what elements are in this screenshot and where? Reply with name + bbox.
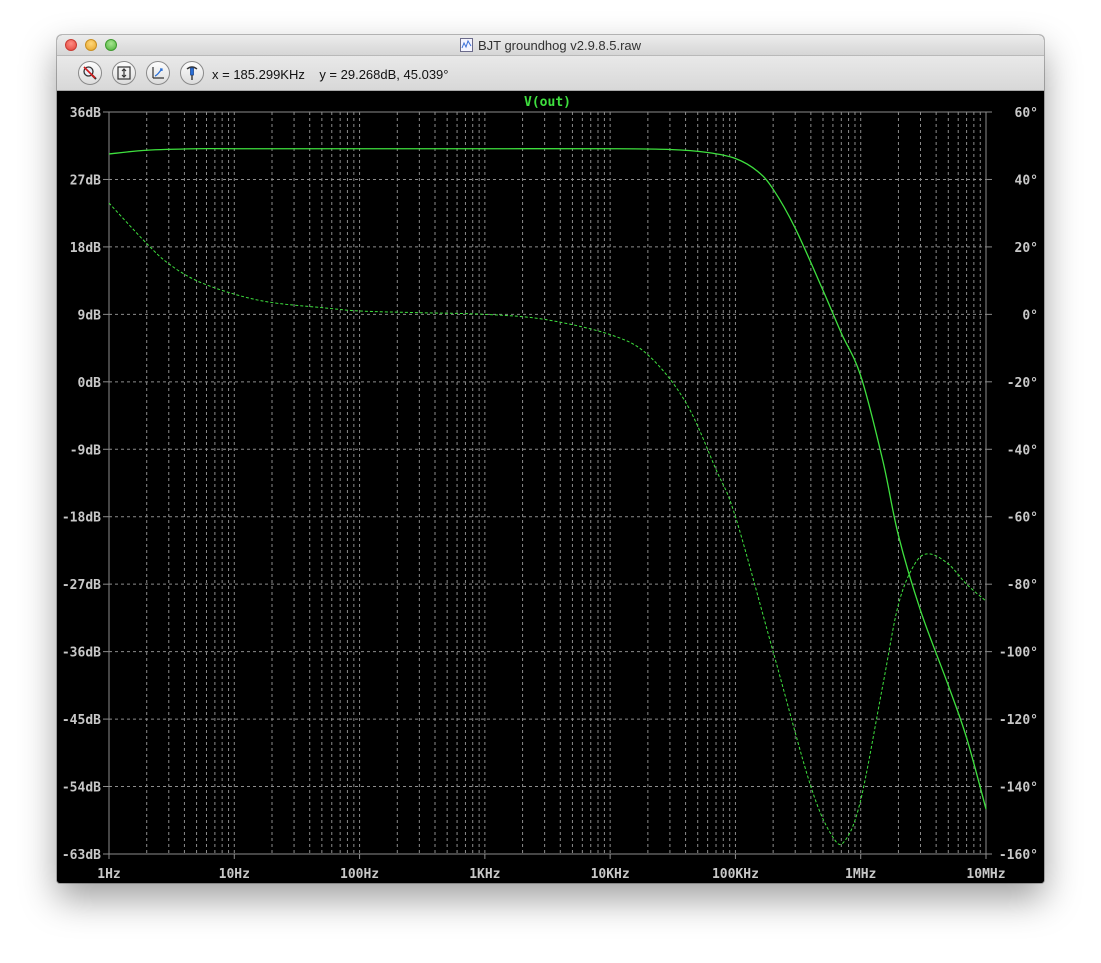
y-left-tick-label: -36dB — [62, 646, 101, 661]
window-title-area: BJT groundhog v2.9.8.5.raw — [57, 35, 1044, 55]
y-right-tick-label: -20° — [1007, 376, 1038, 391]
y-right-tick-label: -100° — [999, 646, 1038, 661]
probe-button[interactable] — [180, 61, 204, 85]
y-left-tick-label: 27dB — [70, 173, 101, 188]
toolbar: x = 185.299KHz y = 29.268dB, 45.039° — [57, 56, 1044, 91]
x-tick-label: 10MHz — [966, 867, 1005, 882]
trace-title: V(out) — [524, 95, 571, 110]
x-tick-label: 100Hz — [340, 867, 379, 882]
y-right-tick-label: -140° — [999, 781, 1038, 796]
y-left-tick-label: 18dB — [70, 241, 101, 256]
x-tick-label: 10Hz — [219, 867, 250, 882]
autorange-icon — [117, 66, 131, 80]
y-right-tick-label: -60° — [1007, 511, 1038, 526]
plot-background — [57, 91, 1044, 883]
y-left-tick-label: -63dB — [62, 848, 101, 863]
x-tick-label: 1MHz — [845, 867, 876, 882]
y-left-tick-label: -45dB — [62, 713, 101, 728]
autorange-button[interactable] — [112, 61, 136, 85]
x-tick-label: 100KHz — [712, 867, 759, 882]
y-left-tick-label: -18dB — [62, 511, 101, 526]
y-right-tick-label: -40° — [1007, 443, 1038, 458]
waveform-file-icon — [459, 38, 473, 52]
y-left-tick-label: 0dB — [78, 376, 102, 391]
waveform-window: BJT groundhog v2.9.8.5.raw x = 185.299KH… — [57, 35, 1044, 883]
y-left-tick-label: 36dB — [70, 106, 101, 121]
x-tick-label: 10KHz — [591, 867, 630, 882]
zoom-back-button[interactable] — [146, 61, 170, 85]
y-left-tick-label: 9dB — [78, 308, 102, 323]
y-right-tick-label: 20° — [1015, 241, 1038, 256]
x-tick-label: 1KHz — [469, 867, 500, 882]
y-left-tick-label: -54dB — [62, 781, 101, 796]
y-right-tick-label: 60° — [1015, 106, 1038, 121]
y-right-tick-label: 0° — [1022, 308, 1038, 323]
window-title: BJT groundhog v2.9.8.5.raw — [477, 37, 642, 53]
zoom-cancel-icon — [83, 66, 97, 80]
probe-icon — [186, 66, 198, 80]
cursor-readout: x = 185.299KHz y = 29.268dB, 45.039° — [212, 67, 449, 82]
x-tick-label: 1Hz — [97, 867, 120, 882]
y-right-tick-label: -80° — [1007, 578, 1038, 593]
zoom-back-icon — [152, 67, 164, 79]
y-left-tick-label: -9dB — [70, 443, 101, 458]
zoom-cancel-button[interactable] — [78, 61, 102, 85]
y-right-tick-label: -120° — [999, 713, 1038, 728]
bode-plot[interactable]: 36dB 27dB 18dB 9dB 0dB -9dB -18dB -27dB -36dB -45… — [57, 91, 1044, 883]
y-left-tick-label: -27dB — [62, 578, 101, 593]
y-right-tick-label: 40° — [1015, 173, 1038, 188]
y-right-tick-label: -160° — [999, 848, 1038, 863]
title-bar: BJT groundhog v2.9.8.5.raw — [57, 35, 1044, 56]
